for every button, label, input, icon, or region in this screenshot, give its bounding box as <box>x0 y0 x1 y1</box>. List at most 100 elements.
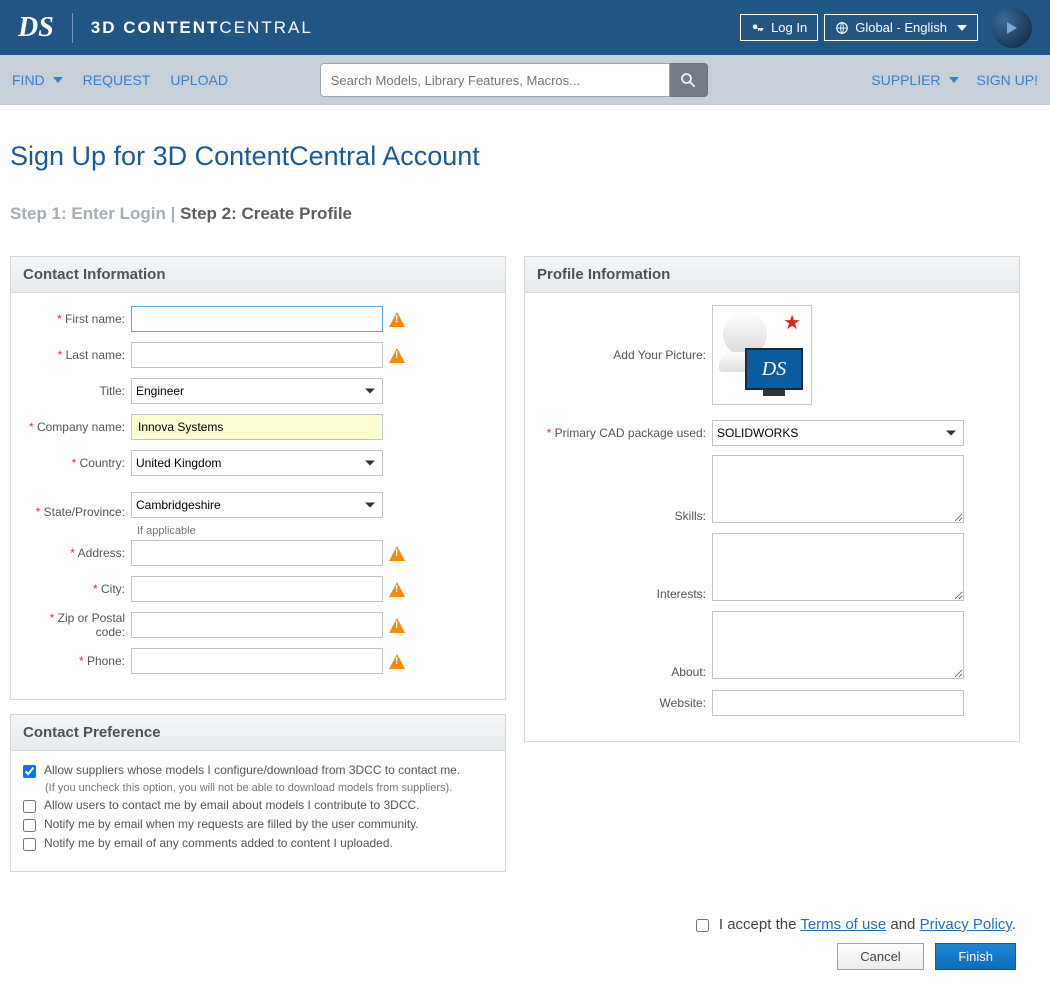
skills-label: Skills: <box>537 509 712 523</box>
monitor-stand <box>763 390 785 396</box>
nav-find-label: FIND <box>12 72 45 88</box>
monitor-icon: DS <box>745 348 803 390</box>
picture-label: Add Your Picture: <box>537 348 712 362</box>
last-name-label: * Last name: <box>23 348 131 362</box>
pref-requests-label: Notify me by email when my requests are … <box>44 817 419 831</box>
about-textarea[interactable] <box>712 611 964 679</box>
nav-supplier[interactable]: SUPPLIER <box>871 72 958 88</box>
address-label: * Address: <box>23 546 131 560</box>
accept-row: I accept the Terms of use and Privacy Po… <box>10 916 1016 933</box>
privacy-link[interactable]: Privacy Policy <box>920 916 1012 933</box>
city-input[interactable] <box>131 576 383 602</box>
interests-textarea[interactable] <box>712 533 964 601</box>
cancel-button[interactable]: Cancel <box>837 943 923 970</box>
nav-bar: FIND REQUEST UPLOAD SUPPLIER SIGN UP! <box>0 55 1050 105</box>
page-title: Sign Up for 3D ContentCentral Account <box>10 141 1020 172</box>
accept-checkbox[interactable] <box>696 919 709 932</box>
first-name-label: * First name: <box>23 312 131 326</box>
nav-find[interactable]: FIND <box>12 72 63 88</box>
logo-area: DS 3D CONTENTCENTRAL <box>18 12 313 44</box>
search-button[interactable] <box>670 63 708 97</box>
country-select[interactable]: United Kingdom <box>131 450 383 476</box>
pref-users-label: Allow users to contact me by email about… <box>44 798 420 812</box>
globe-icon <box>835 21 849 35</box>
main-content: Sign Up for 3D ContentCentral Account St… <box>0 105 1030 1000</box>
top-header: DS 3D CONTENTCENTRAL Log In Global - Eng… <box>0 0 1050 55</box>
key-icon <box>751 21 765 35</box>
chevron-down-icon <box>949 77 959 83</box>
accept-prefix: I accept the <box>719 916 800 933</box>
pref-suppliers-label: Allow suppliers whose models I configure… <box>44 763 460 777</box>
chevron-down-icon <box>957 25 967 31</box>
search-icon <box>679 71 697 89</box>
profile-info-title: Profile Information <box>525 257 1019 293</box>
ds-logo-icon: DS <box>18 12 54 44</box>
pref-users-checkbox[interactable] <box>23 800 36 813</box>
website-input[interactable] <box>712 690 964 716</box>
phone-input[interactable] <box>131 648 383 674</box>
login-label: Log In <box>771 20 807 35</box>
step-1: Step 1: Enter Login <box>10 204 166 223</box>
warning-icon <box>389 348 405 363</box>
warning-icon <box>389 654 405 669</box>
company-input[interactable] <box>131 414 383 440</box>
city-label: * City: <box>23 582 131 596</box>
contact-info-panel: Contact Information * First name: * Last… <box>10 256 506 700</box>
pref-comments-label: Notify me by email of any comments added… <box>44 836 393 850</box>
pref-suppliers-sub: (If you uncheck this option, you will no… <box>45 782 493 794</box>
interests-label: Interests: <box>537 587 712 601</box>
state-hint: If applicable <box>137 525 493 537</box>
search-wrap <box>320 63 708 97</box>
pref-suppliers-checkbox[interactable] <box>23 765 36 778</box>
warning-icon <box>389 582 405 597</box>
warning-icon <box>389 312 405 327</box>
nav-signup[interactable]: SIGN UP! <box>977 72 1038 88</box>
company-label: * Company name: <box>23 420 131 434</box>
about-label: About: <box>537 665 712 679</box>
country-label: * Country: <box>23 456 131 470</box>
search-input[interactable] <box>320 63 670 97</box>
pref-comments-checkbox[interactable] <box>23 838 36 851</box>
contact-info-title: Contact Information <box>11 257 505 293</box>
zip-input[interactable] <box>131 612 383 638</box>
first-name-input[interactable] <box>131 306 383 332</box>
profile-info-panel: Profile Information Add Your Picture: ★ … <box>524 256 1020 742</box>
experience-logo-icon[interactable] <box>992 8 1032 48</box>
nav-supplier-label: SUPPLIER <box>871 72 940 88</box>
step-2: Step 2: Create Profile <box>180 204 352 223</box>
warning-icon <box>389 618 405 633</box>
brand-light: CENTRAL <box>219 18 312 37</box>
skills-textarea[interactable] <box>712 455 964 523</box>
contact-pref-panel: Contact Preference Allow suppliers whose… <box>10 714 506 872</box>
contact-pref-title: Contact Preference <box>11 715 505 751</box>
brand-bold: 3D CONTENT <box>91 18 220 37</box>
language-button[interactable]: Global - English <box>824 14 978 41</box>
language-label: Global - English <box>855 20 947 35</box>
last-name-input[interactable] <box>131 342 383 368</box>
state-label: * State/Province: <box>23 505 131 519</box>
title-select[interactable]: Engineer <box>131 378 383 404</box>
address-input[interactable] <box>131 540 383 566</box>
website-label: Website: <box>537 696 712 710</box>
brand-text: 3D CONTENTCENTRAL <box>91 18 313 38</box>
state-select[interactable]: Cambridgeshire <box>131 492 383 518</box>
accept-and: and <box>890 916 919 933</box>
warning-icon <box>389 546 405 561</box>
cad-label: * Primary CAD package used: <box>537 426 712 440</box>
title-label: Title: <box>23 384 131 398</box>
pref-requests-checkbox[interactable] <box>23 819 36 832</box>
chevron-down-icon <box>53 77 63 83</box>
step-indicator: Step 1: Enter Login | Step 2: Create Pro… <box>10 204 1020 224</box>
divider <box>72 13 73 43</box>
nav-upload[interactable]: UPLOAD <box>170 72 228 88</box>
avatar-upload[interactable]: ★ DS <box>712 305 812 405</box>
nav-request[interactable]: REQUEST <box>83 72 151 88</box>
zip-label: * Zip or Postal code: <box>23 611 131 639</box>
terms-link[interactable]: Terms of use <box>800 916 886 933</box>
cad-select[interactable]: SOLIDWORKS <box>712 420 964 446</box>
button-row: Cancel Finish <box>10 943 1020 970</box>
finish-button[interactable]: Finish <box>935 943 1016 970</box>
accept-period: . <box>1012 916 1016 933</box>
phone-label: * Phone: <box>23 654 131 668</box>
login-button[interactable]: Log In <box>740 14 818 41</box>
